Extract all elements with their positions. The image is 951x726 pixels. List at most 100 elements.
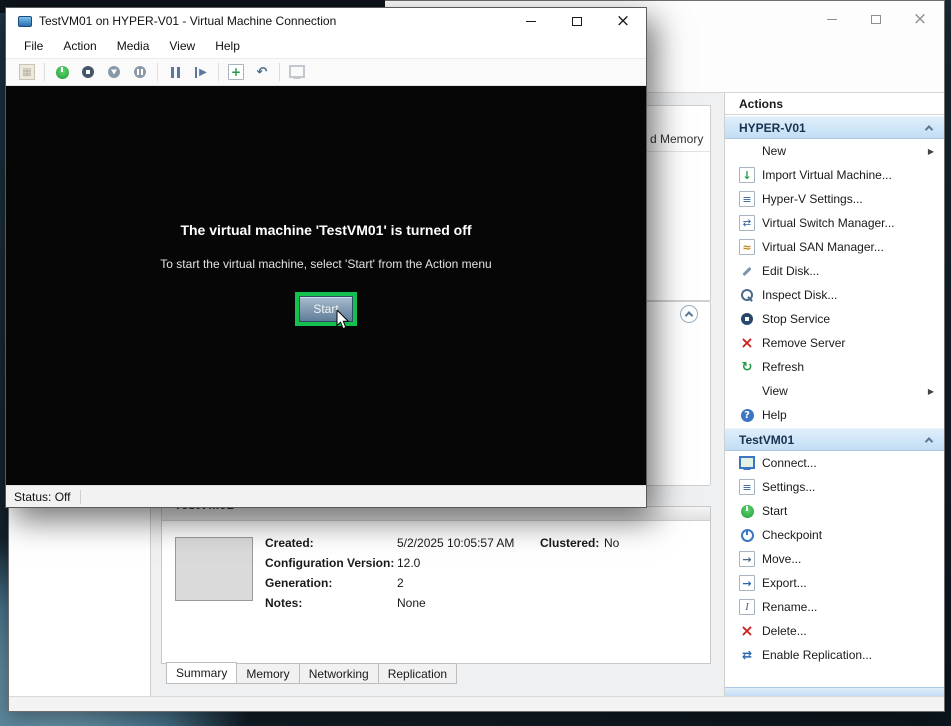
tab-label: Replication bbox=[388, 667, 447, 681]
action-label: Start bbox=[762, 504, 787, 518]
created-value: 5/2/2025 10:05:57 AM bbox=[397, 536, 514, 550]
maximize-icon[interactable] bbox=[854, 5, 898, 33]
replication-icon bbox=[739, 647, 755, 663]
action-item[interactable]: Connect... bbox=[725, 451, 944, 475]
stop-service-icon bbox=[739, 311, 755, 327]
action-label: Remove Server bbox=[762, 336, 845, 350]
action-item[interactable]: Inspect Disk... bbox=[725, 283, 944, 307]
enhanced-session-button[interactable] bbox=[284, 60, 310, 84]
assigned-memory-column-header[interactable]: d Memory bbox=[650, 132, 703, 146]
delete-icon bbox=[739, 623, 755, 639]
action-item[interactable]: Hyper-V Settings... bbox=[725, 187, 944, 211]
vm-screen[interactable]: The virtual machine 'TestVM01' is turned… bbox=[6, 86, 646, 485]
pause-icon bbox=[167, 64, 183, 80]
action-item[interactable]: Stop Service bbox=[725, 307, 944, 331]
action-item[interactable]: Help bbox=[725, 403, 944, 427]
partial-action-header bbox=[725, 687, 944, 696]
minimize-glyph bbox=[526, 21, 536, 22]
action-item[interactable]: Start bbox=[725, 499, 944, 523]
action-item[interactable]: Edit Disk... bbox=[725, 259, 944, 283]
config-version-value: 12.0 bbox=[397, 556, 420, 570]
config-version-label: Configuration Version: bbox=[265, 556, 394, 570]
vmconnect-toolbar bbox=[6, 58, 646, 86]
action-item[interactable]: Virtual SAN Manager... bbox=[725, 235, 944, 259]
action-item[interactable]: Delete... bbox=[725, 619, 944, 643]
action-label: Connect... bbox=[762, 456, 817, 470]
checkpoint-icon bbox=[739, 527, 755, 543]
action-item[interactable]: Export... bbox=[725, 571, 944, 595]
save-button[interactable] bbox=[127, 60, 153, 84]
action-label: Checkpoint bbox=[762, 528, 822, 542]
minimize-icon[interactable] bbox=[810, 5, 854, 33]
close-icon[interactable] bbox=[898, 5, 942, 33]
notes-label: Notes: bbox=[265, 596, 302, 610]
pause-button[interactable] bbox=[162, 60, 188, 84]
shutdown-button[interactable] bbox=[101, 60, 127, 84]
revert-button[interactable] bbox=[249, 60, 275, 84]
summary-tab[interactable]: Networking bbox=[299, 663, 379, 684]
menu-item-label: Help bbox=[215, 39, 240, 53]
refresh-icon bbox=[739, 359, 755, 375]
window-title: TestVM01 on HYPER-V01 - Virtual Machine … bbox=[39, 14, 508, 28]
reset-button[interactable] bbox=[188, 60, 214, 84]
summary-tab[interactable]: Summary bbox=[166, 662, 237, 684]
vmconnect-window-controls bbox=[508, 8, 646, 34]
action-item[interactable]: Enable Replication... bbox=[725, 643, 944, 667]
action-item[interactable]: Rename... bbox=[725, 595, 944, 619]
vmconnect-statusbar: Status: Off bbox=[6, 485, 646, 507]
maximize-icon[interactable] bbox=[554, 8, 600, 34]
action-label: Help bbox=[762, 408, 787, 422]
save-icon bbox=[132, 64, 148, 80]
summary-tab[interactable]: Memory bbox=[236, 663, 299, 684]
close-icon[interactable] bbox=[600, 8, 646, 34]
connect-icon bbox=[739, 455, 755, 471]
action-item[interactable]: Import Virtual Machine... bbox=[725, 163, 944, 187]
menu-item[interactable]: Media bbox=[107, 35, 160, 57]
start-vm-button[interactable] bbox=[49, 60, 75, 84]
actions-group-hyperv01: New Import Virtual Machine... Hyper-V Se… bbox=[725, 139, 944, 427]
turn-off-button[interactable] bbox=[75, 60, 101, 84]
enhanced-session-icon bbox=[289, 64, 305, 80]
action-item[interactable]: Remove Server bbox=[725, 331, 944, 355]
action-label: Settings... bbox=[762, 480, 815, 494]
vmconnect-titlebar: TestVM01 on HYPER-V01 - Virtual Machine … bbox=[6, 8, 646, 34]
created-label: Created: bbox=[265, 536, 314, 550]
inspect-disk-icon bbox=[739, 287, 755, 303]
action-item[interactable]: Settings... bbox=[725, 475, 944, 499]
statusbar-divider bbox=[80, 490, 81, 504]
menu-item-label: View bbox=[169, 39, 195, 53]
chevron-up-icon bbox=[685, 311, 693, 319]
menu-item-label: Media bbox=[117, 39, 150, 53]
menu-item[interactable]: Action bbox=[53, 35, 106, 57]
menu-item[interactable]: Help bbox=[205, 35, 250, 57]
menu-item[interactable]: View bbox=[159, 35, 205, 57]
action-label: View bbox=[762, 384, 788, 398]
action-item[interactable]: View bbox=[725, 379, 944, 403]
actions-group-header-hyperv01[interactable]: HYPER-V01 bbox=[725, 116, 944, 139]
checkpoint-button[interactable] bbox=[223, 60, 249, 84]
action-item[interactable]: New bbox=[725, 139, 944, 163]
menu-item-label: Action bbox=[63, 39, 96, 53]
action-label: Enable Replication... bbox=[762, 648, 872, 662]
action-item[interactable]: Virtual Switch Manager... bbox=[725, 211, 944, 235]
actions-group-header-testvm01[interactable]: TestVM01 bbox=[725, 428, 944, 451]
minimize-icon[interactable] bbox=[508, 8, 554, 34]
summary-tab[interactable]: Replication bbox=[378, 663, 457, 684]
action-item[interactable]: Refresh bbox=[725, 355, 944, 379]
rename-icon bbox=[739, 599, 755, 615]
clustered-value: No bbox=[604, 536, 619, 550]
ctrl-alt-del-button[interactable] bbox=[14, 60, 40, 84]
collapse-pane-button[interactable] bbox=[680, 305, 698, 323]
vm-connection-window: TestVM01 on HYPER-V01 - Virtual Machine … bbox=[5, 7, 647, 508]
actions-group-testvm01: Connect... Settings... Start bbox=[725, 451, 944, 667]
action-label: Inspect Disk... bbox=[762, 288, 837, 302]
action-item[interactable]: Checkpoint bbox=[725, 523, 944, 547]
action-item[interactable]: Move... bbox=[725, 547, 944, 571]
action-label: Move... bbox=[762, 552, 801, 566]
chevron-up-icon bbox=[920, 431, 938, 449]
summary-section-header: TestVM01 bbox=[162, 507, 710, 521]
close-glyph bbox=[913, 11, 927, 28]
menu-item[interactable]: File bbox=[14, 35, 53, 57]
action-icon bbox=[739, 143, 755, 159]
action-label: New bbox=[762, 144, 786, 158]
